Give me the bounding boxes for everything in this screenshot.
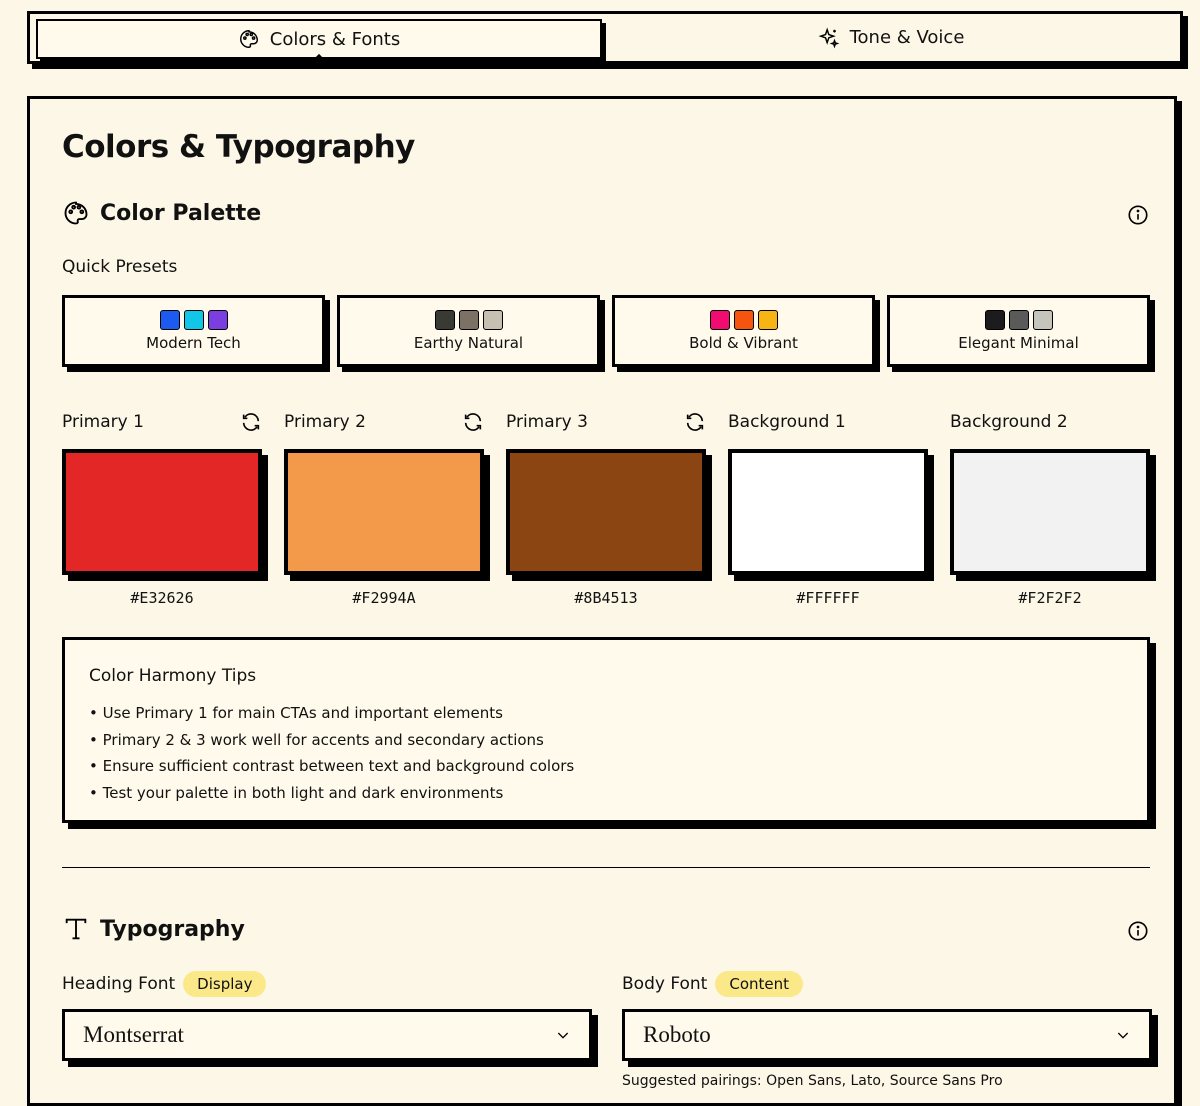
suggested-pairings: Suggested pairings: Open Sans, Lato, Sou…: [622, 1073, 1003, 1089]
color-swatch[interactable]: [506, 449, 706, 575]
color-palette-heading: Color Palette: [62, 199, 261, 227]
field-label: Heading Font: [62, 974, 176, 994]
preset-list: Modern Tech Earthy Natural Bold & Vibran…: [62, 295, 1150, 367]
color-chip: [1008, 310, 1029, 330]
display-badge: Display: [183, 971, 267, 997]
section-divider: [62, 867, 1150, 868]
swatch-primary-1: Primary 1 #E32626: [62, 407, 262, 607]
preset-chips: [984, 310, 1053, 330]
swatch-label: Primary 1: [62, 412, 144, 432]
section-title: Typography: [100, 916, 245, 942]
color-chip: [757, 310, 778, 330]
color-swatch[interactable]: [728, 449, 928, 575]
section-title: Color Palette: [100, 200, 262, 226]
color-swatch[interactable]: [950, 449, 1150, 575]
preset-name: Elegant Minimal: [958, 334, 1079, 352]
list-item: • Test your palette in both light and da…: [89, 783, 504, 802]
swatch-label: Background 2: [950, 412, 1068, 432]
tab-label: Tone & Voice: [849, 27, 965, 48]
color-chip: [458, 310, 479, 330]
tab-tone-voice[interactable]: Tone & Voice: [602, 14, 1180, 61]
tips-title: Color Harmony Tips: [89, 666, 257, 686]
swatch-background-2: Background 2 #F2F2F2: [950, 407, 1150, 607]
preset-chips: [709, 310, 778, 330]
color-chip: [733, 310, 754, 330]
typography-heading: Typography: [62, 915, 245, 943]
palette-icon: [239, 30, 258, 48]
hex-value: #F2994A: [352, 589, 416, 607]
tab-label: Colors & Fonts: [269, 28, 401, 50]
hex-value: #E32626: [130, 589, 194, 607]
settings-card: Colors & Typography Color Palette Quick …: [27, 96, 1177, 1106]
color-chip: [482, 310, 503, 330]
swatch-background-1: Background 1 #FFFFFF: [728, 407, 928, 607]
swatch-label: Background 1: [728, 412, 846, 432]
color-swatch[interactable]: [62, 449, 262, 575]
color-swatch[interactable]: [284, 449, 484, 575]
tab-bar: Colors & Fonts Tone & Voice: [27, 11, 1183, 69]
field-label: Body Font: [622, 974, 708, 994]
swatch-primary-2: Primary 2 #F2994A: [284, 407, 484, 607]
hex-value: #F2F2F2: [1018, 589, 1082, 607]
color-chip: [207, 310, 228, 330]
tab-colors-fonts[interactable]: Colors & Fonts: [36, 19, 602, 69]
preset-bold-vibrant[interactable]: Bold & Vibrant: [612, 295, 875, 367]
body-font-label: Body Font Content: [622, 971, 803, 997]
tips-list: • Use Primary 1 for main CTAs and import…: [89, 700, 1123, 806]
swatch-label: Primary 2: [284, 412, 366, 432]
preset-elegant-minimal[interactable]: Elegant Minimal: [887, 295, 1150, 367]
heading-font-label: Heading Font Display: [62, 971, 267, 997]
color-chip: [159, 310, 180, 330]
selected-value: Roboto: [643, 1022, 711, 1047]
info-icon[interactable]: [1127, 920, 1149, 942]
heading-font-select[interactable]: Montserrat: [62, 1009, 592, 1061]
swatch-label: Primary 3: [506, 412, 588, 432]
color-chip: [434, 310, 455, 330]
content-badge: Content: [715, 971, 803, 997]
refresh-icon[interactable]: [240, 411, 262, 433]
body-font-select[interactable]: Roboto: [622, 1009, 1152, 1061]
preset-name: Earthy Natural: [413, 334, 524, 352]
chevron-down-icon: [1117, 1032, 1129, 1039]
quick-presets-label: Quick Presets: [62, 257, 178, 277]
list-item: • Primary 2 & 3 work well for accents an…: [89, 730, 544, 749]
preset-name: Modern Tech: [146, 334, 241, 352]
preset-earthy-natural[interactable]: Earthy Natural: [337, 295, 600, 367]
preset-name: Bold & Vibrant: [689, 334, 798, 352]
list-item: • Use Primary 1 for main CTAs and import…: [89, 704, 503, 722]
preset-chips: [159, 310, 228, 330]
color-chip: [183, 310, 204, 330]
preset-modern-tech[interactable]: Modern Tech: [62, 295, 325, 367]
preset-chips: [434, 310, 503, 330]
selected-value: Montserrat: [83, 1022, 184, 1047]
color-chip: [1032, 310, 1053, 330]
refresh-icon[interactable]: [462, 411, 484, 433]
list-item: • Ensure sufficient contrast between tex…: [89, 757, 575, 775]
color-chip: [984, 310, 1005, 330]
sparkle-icon: [818, 27, 839, 48]
swatch-primary-3: Primary 3 #8B4513: [506, 407, 706, 607]
text-type-icon: [65, 918, 87, 940]
page-title: Colors & Typography: [62, 129, 415, 165]
hex-value: #8B4513: [574, 589, 638, 607]
active-tab-indicator: [311, 53, 327, 69]
refresh-icon[interactable]: [684, 411, 706, 433]
hex-value: #FFFFFF: [796, 589, 860, 607]
palette-icon: [64, 201, 88, 225]
swatch-row: Primary 1 #E32626 Primary 2 #F2994A Prim…: [62, 407, 1150, 607]
info-icon[interactable]: [1127, 204, 1149, 226]
chevron-down-icon: [557, 1032, 569, 1039]
color-harmony-tips: Color Harmony Tips • Use Primary 1 for m…: [62, 637, 1150, 823]
color-chip: [709, 310, 730, 330]
